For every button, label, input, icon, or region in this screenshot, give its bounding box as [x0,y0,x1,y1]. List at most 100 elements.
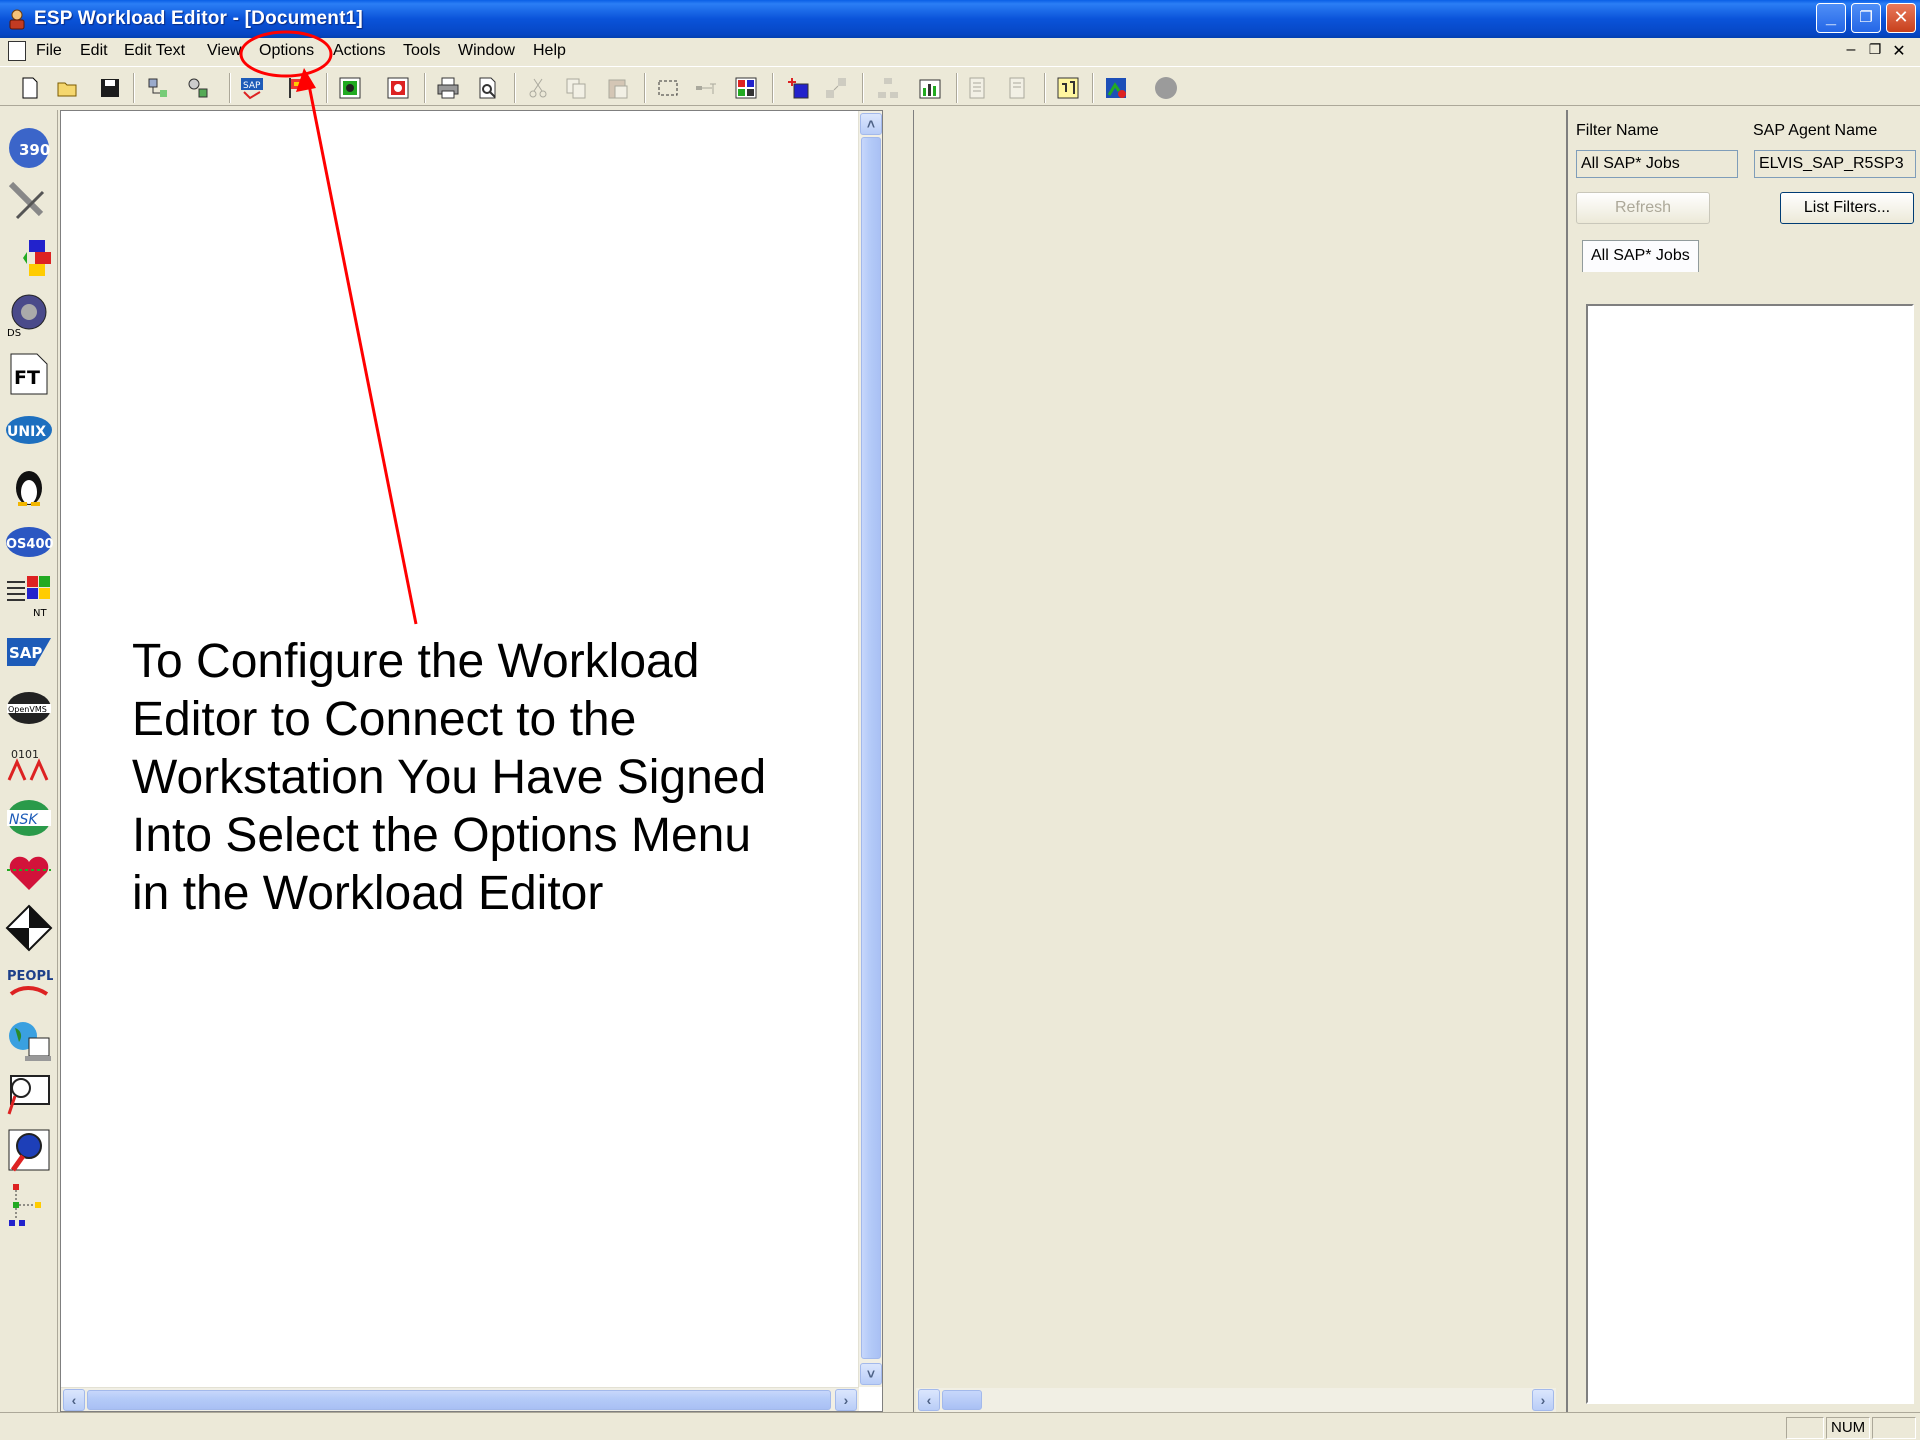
hierarchy-icon[interactable] [876,76,900,100]
toolbar-separator [644,73,646,103]
title-bar[interactable]: ESP Workload Editor - [Document1] _ ❐ ✕ [0,0,1920,38]
flag-icon[interactable] [286,76,310,100]
restore-button[interactable]: ❐ [1851,3,1881,33]
link-icon[interactable] [5,234,53,282]
minimize-button[interactable]: _ [1816,3,1846,33]
mdi-minimize-button[interactable]: – [1842,41,1860,59]
svg-text:SAP: SAP [243,81,261,91]
tab-all-sap-jobs[interactable]: All SAP* Jobs [1582,240,1699,272]
chart-icon[interactable] [918,76,942,100]
save-icon[interactable] [98,76,122,100]
highlight-icon[interactable] [1056,76,1080,100]
status-circle-icon[interactable] [1154,76,1178,100]
vertical-scroll-thumb[interactable] [861,137,881,1359]
connect-icon[interactable] [146,76,170,100]
data-icon[interactable]: 0101 [5,738,53,786]
toolbar: SAP [0,66,1920,106]
scroll-left-button[interactable]: ‹ [63,1389,85,1411]
menu-tools[interactable]: Tools [403,42,440,60]
details-horizontal-scrollbar[interactable]: ‹ › [916,1388,1556,1412]
peoplesoft-icon[interactable]: PEOPLE [5,960,53,1008]
red-job-icon[interactable] [386,76,410,100]
flow-icon[interactable] [5,904,53,952]
details-scroll-thumb[interactable] [942,1390,982,1410]
mdi-close-button[interactable]: ✕ [1890,41,1908,61]
menu-edit-text[interactable]: Edit Text [124,42,185,60]
add-job-icon[interactable] [786,76,810,100]
sap-agent-name-field[interactable]: ELVIS_SAP_R5SP3 [1754,150,1916,178]
nt-icon[interactable]: NT [5,572,53,620]
menu-edit[interactable]: Edit [80,42,108,60]
filter-name-field[interactable]: All SAP* Jobs [1576,150,1738,178]
list-filters-button[interactable]: List Filters... [1780,192,1914,224]
mdi-restore-button[interactable]: ❐ [1866,41,1884,58]
vertical-scrollbar[interactable]: ˄ ˅ [858,111,882,1387]
linux-icon[interactable] [5,460,53,508]
horizontal-scroll-thumb[interactable] [87,1390,831,1410]
new-document-icon[interactable] [18,76,42,100]
os390-icon[interactable]: 390 [5,124,53,172]
paste-icon[interactable] [606,76,630,100]
print-icon[interactable] [436,76,460,100]
close-button[interactable]: ✕ [1886,3,1916,33]
scroll-up-button[interactable]: ˄ [860,113,882,135]
menu-actions[interactable]: Actions [333,42,385,60]
toolbar-separator [133,73,135,103]
svg-text:OS400: OS400 [6,537,53,552]
menu-view[interactable]: View [207,42,241,60]
nsk-icon[interactable]: NSK [5,794,53,842]
sap-jobs-list[interactable] [1586,304,1914,1404]
search-node-icon[interactable] [186,76,210,100]
unix-icon[interactable]: UNIX [5,406,53,454]
details-scroll-right-button[interactable]: › [1532,1389,1554,1411]
ds-icon[interactable]: DS [5,290,53,338]
link-jobs-icon[interactable] [824,76,848,100]
svg-text:UNIX: UNIX [7,424,46,440]
document-icon[interactable] [8,41,26,61]
toolbar-separator [424,73,426,103]
openvms-icon[interactable]: OpenVMS [5,684,53,732]
monitor-icon[interactable] [5,1070,53,1118]
details-scroll-left-button[interactable]: ‹ [918,1389,940,1411]
scroll-right-button[interactable]: › [835,1389,857,1411]
horizontal-scrollbar[interactable]: ‹ › [61,1387,859,1411]
menu-options[interactable]: Options [259,42,314,60]
workload-editor-window: ESP Workload Editor - [Document1] _ ❐ ✕ … [0,0,1920,1440]
menu-window[interactable]: Window [458,42,515,60]
status-bar: NUM [0,1412,1920,1440]
app-icon [9,9,25,30]
cut-icon[interactable] [526,76,550,100]
grid-layout-icon[interactable] [734,76,758,100]
os400-icon[interactable]: OS400 [5,518,53,566]
copy-icon[interactable] [564,76,588,100]
callout-line: Into Select the Options Menu [132,809,752,862]
sap-toolbar-icon[interactable]: SAP [240,76,264,100]
print-preview-icon[interactable] [476,76,500,100]
scroll-down-button[interactable]: ˅ [860,1363,882,1385]
open-folder-icon[interactable] [56,76,80,100]
sap-icon[interactable]: SAP [5,628,53,676]
tree-icon[interactable] [5,1182,53,1230]
web-icon[interactable] [5,1016,53,1064]
sap-filter-panel: Filter Name SAP Agent Name All SAP* Jobs… [1566,110,1920,1412]
green-job-icon[interactable] [338,76,362,100]
select-rectangle-icon[interactable] [656,76,680,100]
document-edit-icon[interactable] [1006,76,1030,100]
agent-icon[interactable] [1104,76,1128,100]
svg-text:NSK: NSK [9,812,39,828]
ft-icon[interactable]: FT [5,350,53,398]
svg-text:NT: NT [33,608,47,619]
toolbar-separator [514,73,516,103]
tools-icon[interactable] [5,178,53,226]
menu-file[interactable]: File [36,42,62,60]
magnifier-icon[interactable] [5,1126,53,1174]
callout-line: Editor to Connect to the [132,693,637,746]
connector-icon[interactable] [694,76,718,100]
svg-text:PEOPLE: PEOPLE [7,969,53,984]
refresh-button[interactable]: Refresh [1576,192,1710,224]
document-list-icon[interactable] [966,76,990,100]
instruction-callout: To Configure the Workload Editor to Conn… [132,633,832,923]
heart-icon[interactable] [5,848,53,896]
callout-line: To Configure the Workload [132,635,700,688]
menu-help[interactable]: Help [533,42,566,60]
